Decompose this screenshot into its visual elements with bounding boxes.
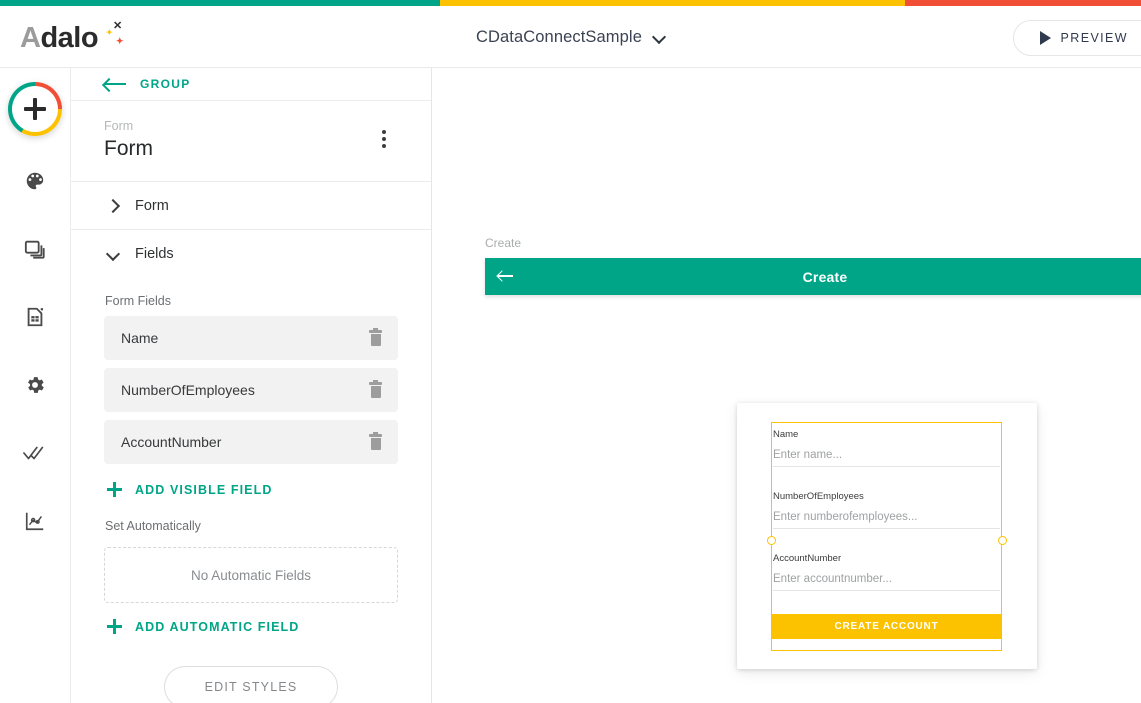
accordion-form-label: Form bbox=[135, 197, 169, 214]
automatic-fields-empty-state: No Automatic Fields bbox=[104, 547, 398, 603]
plus-icon bbox=[107, 482, 122, 497]
left-rail bbox=[0, 68, 71, 703]
gear-icon bbox=[28, 377, 44, 393]
add-automatic-field-label: ADD AUTOMATIC FIELD bbox=[135, 619, 300, 634]
sidebar-item-branding[interactable] bbox=[12, 158, 58, 204]
chevron-right-icon bbox=[107, 200, 118, 211]
app-bar-title: Create bbox=[802, 268, 848, 285]
set-automatically-label: Set Automatically bbox=[105, 519, 201, 533]
sidebar-item-settings[interactable] bbox=[12, 362, 58, 408]
plus-icon bbox=[107, 619, 122, 634]
screens-icon bbox=[24, 240, 45, 259]
list-item[interactable]: Name bbox=[104, 316, 398, 360]
list-item[interactable]: NumberOfEmployees bbox=[104, 368, 398, 412]
accordion-fields[interactable]: Fields bbox=[71, 230, 431, 278]
resize-handle-left[interactable] bbox=[766, 536, 776, 545]
resize-handle-right[interactable] bbox=[997, 536, 1007, 545]
palette-icon bbox=[26, 172, 44, 190]
app-bar: Create bbox=[485, 258, 1141, 295]
delete-icon[interactable] bbox=[369, 432, 382, 450]
properties-panel: GROUP Form Form Form Fields Form Fields … bbox=[71, 68, 432, 703]
more-options-button[interactable] bbox=[374, 128, 394, 150]
sidebar-item-publish[interactable] bbox=[12, 430, 58, 476]
plus-icon bbox=[24, 98, 46, 120]
preview-label: PREVIEW bbox=[1060, 31, 1128, 45]
canvas-area[interactable]: Create Create Name Enter name... NumberO… bbox=[432, 68, 1141, 703]
list-item[interactable]: AccountNumber bbox=[104, 420, 398, 464]
double-check-icon bbox=[23, 446, 44, 460]
sidebar-item-screens[interactable] bbox=[12, 226, 58, 272]
screen-name-label: Create bbox=[485, 236, 522, 250]
add-automatic-field-button[interactable]: ADD AUTOMATIC FIELD bbox=[71, 603, 431, 634]
preview-area: PREVIEW bbox=[0, 6, 1141, 68]
preview-button[interactable]: PREVIEW bbox=[1012, 20, 1141, 56]
edit-styles-button[interactable]: EDIT STYLES bbox=[163, 666, 339, 703]
database-icon bbox=[27, 307, 44, 327]
accordion-form[interactable]: Form bbox=[71, 182, 431, 230]
breadcrumb-label: GROUP bbox=[140, 77, 191, 91]
form-card[interactable]: Name Enter name... NumberOfEmployees Ent… bbox=[737, 403, 1037, 669]
chevron-down-icon bbox=[107, 249, 118, 260]
arrow-left-icon[interactable] bbox=[498, 268, 515, 285]
adalo-editor: Adalo ✕ ✦ ✦ CDataConnectSample PREVIEW G… bbox=[0, 0, 1141, 703]
delete-icon[interactable] bbox=[369, 380, 382, 398]
arrow-left-icon bbox=[104, 78, 126, 90]
empty-state-label: No Automatic Fields bbox=[190, 567, 312, 583]
edit-styles-area: EDIT STYLES bbox=[71, 666, 431, 703]
field-name: AccountNumber bbox=[121, 434, 222, 450]
analytics-icon bbox=[25, 512, 44, 531]
selection-outline bbox=[766, 422, 1007, 651]
screen-preview[interactable]: Create Name Enter name... NumberOfEmploy… bbox=[485, 258, 1141, 703]
field-name: Name bbox=[121, 330, 159, 346]
play-icon bbox=[1039, 31, 1051, 45]
add-visible-field-label: ADD VISIBLE FIELD bbox=[135, 482, 273, 497]
delete-icon[interactable] bbox=[369, 328, 382, 346]
breadcrumb-back-group[interactable]: GROUP bbox=[71, 68, 431, 101]
field-name: NumberOfEmployees bbox=[121, 382, 255, 398]
sidebar-item-analytics[interactable] bbox=[12, 498, 58, 544]
add-component-button[interactable] bbox=[8, 82, 62, 136]
form-fields-label: Form Fields bbox=[105, 294, 171, 308]
accordion-fields-label: Fields bbox=[135, 246, 174, 262]
sidebar-item-database[interactable] bbox=[12, 294, 58, 340]
top-bar: Adalo ✕ ✦ ✦ CDataConnectSample PREVIEW bbox=[0, 6, 1141, 68]
panel-header: Form Form bbox=[71, 101, 431, 182]
add-visible-field-button[interactable]: ADD VISIBLE FIELD bbox=[71, 472, 431, 497]
